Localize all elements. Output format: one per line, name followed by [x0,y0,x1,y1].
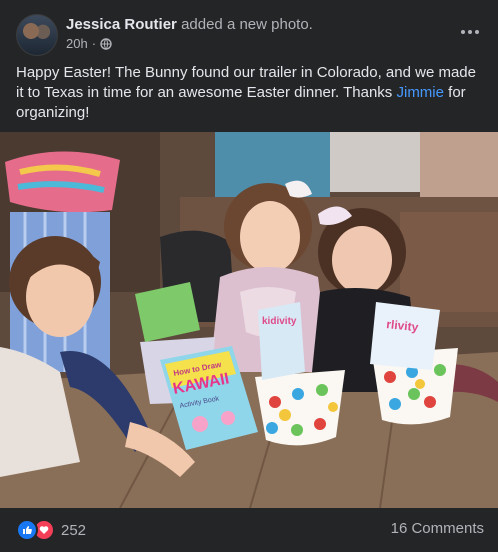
post-title-line: Jessica Routier added a new photo. [66,16,313,33]
author-name[interactable]: Jessica Routier [66,16,177,33]
post-action: added a new photo. [181,16,313,33]
reactions-summary[interactable]: 252 [16,519,86,541]
brand-text-middle: kidivity [262,316,297,327]
comments-count[interactable]: 16 Comments [391,520,484,537]
reaction-count: 252 [61,521,87,539]
photo-illustration: kidivity rlivity How to Draw KAWAII Acti… [0,132,498,508]
like-icon [16,519,38,541]
meta-separator: · [91,36,97,51]
post-meta: 20h · [66,36,112,51]
more-options-icon[interactable] [458,22,482,42]
facebook-post: Jessica Routier added a new photo. 20h ·… [0,0,498,552]
post-footer: 252 16 Comments [0,510,498,546]
post-caption: Happy Easter! The Bunny found our traile… [16,63,482,123]
post-header: Jessica Routier added a new photo. 20h · [16,14,482,56]
globe-icon[interactable] [100,37,112,50]
author-avatar[interactable] [16,14,58,56]
post-timestamp[interactable]: 20h [66,36,88,51]
post-photo[interactable]: kidivity rlivity How to Draw KAWAII Acti… [0,132,498,508]
mention-link[interactable]: Jimmie [396,84,444,101]
